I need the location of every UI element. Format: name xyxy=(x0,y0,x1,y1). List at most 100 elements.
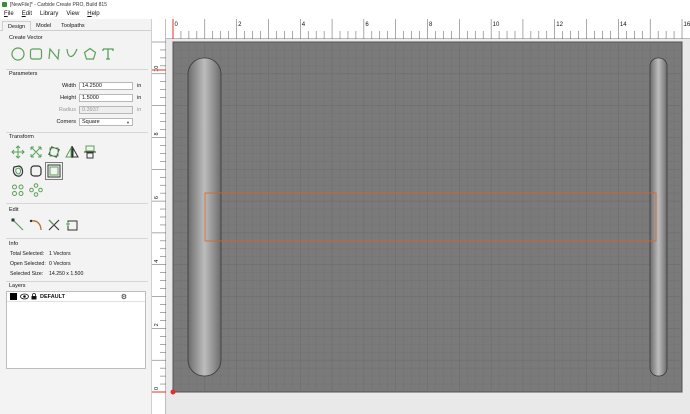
transform-toolbar-row-3 xyxy=(10,182,44,198)
mode-tabs: Design Model Toolpaths xyxy=(0,19,151,31)
y-ruler-label: 10 xyxy=(154,66,160,72)
edit-heading: Edit xyxy=(9,207,19,213)
vertical-ruler: 0 2 4 6 8 10 xyxy=(152,19,166,414)
x-ruler-label: 12 xyxy=(556,22,563,28)
y-ruler-label: 2 xyxy=(154,323,160,326)
y-ruler-label: 8 xyxy=(154,132,160,135)
menu-view[interactable]: View xyxy=(62,11,83,17)
info-selected-size: Selected Size: 14.250 x 1.500 xyxy=(10,271,83,277)
layers-heading: Layers xyxy=(9,283,26,289)
parameters-heading: Parameters xyxy=(9,71,38,77)
tab-toolpaths[interactable]: Toolpaths xyxy=(56,21,90,30)
chevron-down-icon: ▼ xyxy=(126,120,130,125)
title-bar: [NewFile]* - Carbide Create PRO, Build 8… xyxy=(0,0,690,9)
origin-marker xyxy=(170,389,176,395)
create-vector-heading: Create Vector xyxy=(9,35,43,41)
menu-library[interactable]: Library xyxy=(36,11,62,17)
bounding-box-icon[interactable] xyxy=(45,162,63,180)
curve-icon[interactable] xyxy=(64,46,80,62)
height-label: Height xyxy=(60,95,76,101)
eye-icon[interactable] xyxy=(20,293,29,300)
left-sidebar: Design Model Toolpaths Create Vector Par… xyxy=(0,19,152,414)
height-field[interactable]: 1.5000 xyxy=(79,94,133,102)
mirror-icon[interactable] xyxy=(64,144,80,160)
y-ruler-label: 4 xyxy=(154,260,160,263)
transform-toolbar-row-1 xyxy=(10,144,98,160)
rotate-icon[interactable] xyxy=(46,144,62,160)
divider xyxy=(6,69,148,70)
divider xyxy=(6,281,148,282)
y-ruler-label: 6 xyxy=(154,196,160,199)
radius-label: Radius xyxy=(58,107,76,113)
edit-toolbar xyxy=(10,217,80,233)
boolean-icon[interactable] xyxy=(64,217,80,233)
x-ruler-label: 14 xyxy=(620,22,627,28)
divider xyxy=(6,132,148,133)
app-icon xyxy=(2,2,7,7)
x-ruler-label: 6 xyxy=(365,22,369,28)
layers-panel: DEFAULT ⚙ xyxy=(6,291,146,369)
circle-icon[interactable] xyxy=(10,46,26,62)
x-ruler-label: 2 xyxy=(238,22,242,28)
linear-array-icon[interactable] xyxy=(10,182,26,198)
y-ruler-label: 0 xyxy=(154,387,160,390)
lock-icon[interactable] xyxy=(31,293,37,300)
design-canvas[interactable] xyxy=(166,39,690,414)
tab-design[interactable]: Design xyxy=(2,21,32,31)
polygon-icon[interactable] xyxy=(82,46,98,62)
text-icon[interactable] xyxy=(100,46,116,62)
layer-name[interactable]: DEFAULT xyxy=(40,294,65,300)
circular-array-icon[interactable] xyxy=(28,182,44,198)
menu-file[interactable]: File xyxy=(0,11,18,17)
align-icon[interactable] xyxy=(82,144,98,160)
gear-icon[interactable]: ⚙ xyxy=(121,293,127,301)
transform-toolbar-row-2 xyxy=(10,162,63,180)
rectangle-icon[interactable] xyxy=(28,46,44,62)
open-selected-value: 0 Vectors xyxy=(49,261,71,267)
width-field[interactable]: 14.2500 xyxy=(79,82,133,90)
scale-icon[interactable] xyxy=(28,144,44,160)
total-selected-value: 1 Vectors xyxy=(49,251,71,257)
horizontal-ruler: 0 2 4 6 8 10 12 14 16 xyxy=(166,19,690,39)
layer-row[interactable]: DEFAULT ⚙ xyxy=(7,292,145,302)
selected-size-label: Selected Size: xyxy=(10,271,44,277)
offset-icon[interactable] xyxy=(10,163,26,179)
corners-label: Corners xyxy=(56,119,76,125)
curve-edit-icon[interactable] xyxy=(28,217,44,233)
selected-size-value: 14.250 x 1.500 xyxy=(49,271,84,277)
x-ruler-label: 8 xyxy=(429,22,433,28)
tab-model[interactable]: Model xyxy=(31,21,56,30)
transform-heading: Transform xyxy=(9,134,34,140)
trim-icon[interactable] xyxy=(46,217,62,233)
round-corners-icon[interactable] xyxy=(28,163,44,179)
create-vector-toolbar xyxy=(10,46,116,62)
menu-edit[interactable]: Edit xyxy=(18,11,36,17)
width-label: Width xyxy=(61,83,76,89)
divider xyxy=(6,238,148,239)
corners-select[interactable]: Square ▼ xyxy=(79,118,133,126)
slot-left xyxy=(187,57,222,377)
window-title: [NewFile]* - Carbide Create PRO, Build 8… xyxy=(10,1,107,8)
info-open-selected: Open Selected: 0 Vectors xyxy=(10,261,71,267)
slot-right xyxy=(649,57,668,377)
info-total-selected: Total Selected: 1 Vectors xyxy=(10,251,71,257)
radius-field[interactable]: 0.3937 xyxy=(79,106,133,114)
total-selected-label: Total Selected: xyxy=(10,251,45,257)
x-ruler-label: 0 xyxy=(175,22,179,28)
radius-unit: in xyxy=(137,107,142,113)
open-selected-label: Open Selected: xyxy=(10,261,46,267)
menu-help[interactable]: Help xyxy=(83,11,103,17)
x-ruler-label: 16 xyxy=(684,22,690,28)
height-unit: in xyxy=(137,95,142,101)
corners-value: Square xyxy=(82,119,100,125)
menu-bar: File Edit Library View Help xyxy=(0,9,690,19)
node-edit-icon[interactable] xyxy=(10,217,26,233)
info-heading: Info xyxy=(9,241,19,247)
polyline-icon[interactable] xyxy=(46,46,62,62)
move-icon[interactable] xyxy=(10,144,26,160)
layer-color-swatch[interactable] xyxy=(10,293,17,300)
divider xyxy=(6,203,148,204)
x-ruler-label: 4 xyxy=(302,22,306,28)
width-unit: in xyxy=(137,83,142,89)
x-ruler-label: 10 xyxy=(493,22,500,28)
